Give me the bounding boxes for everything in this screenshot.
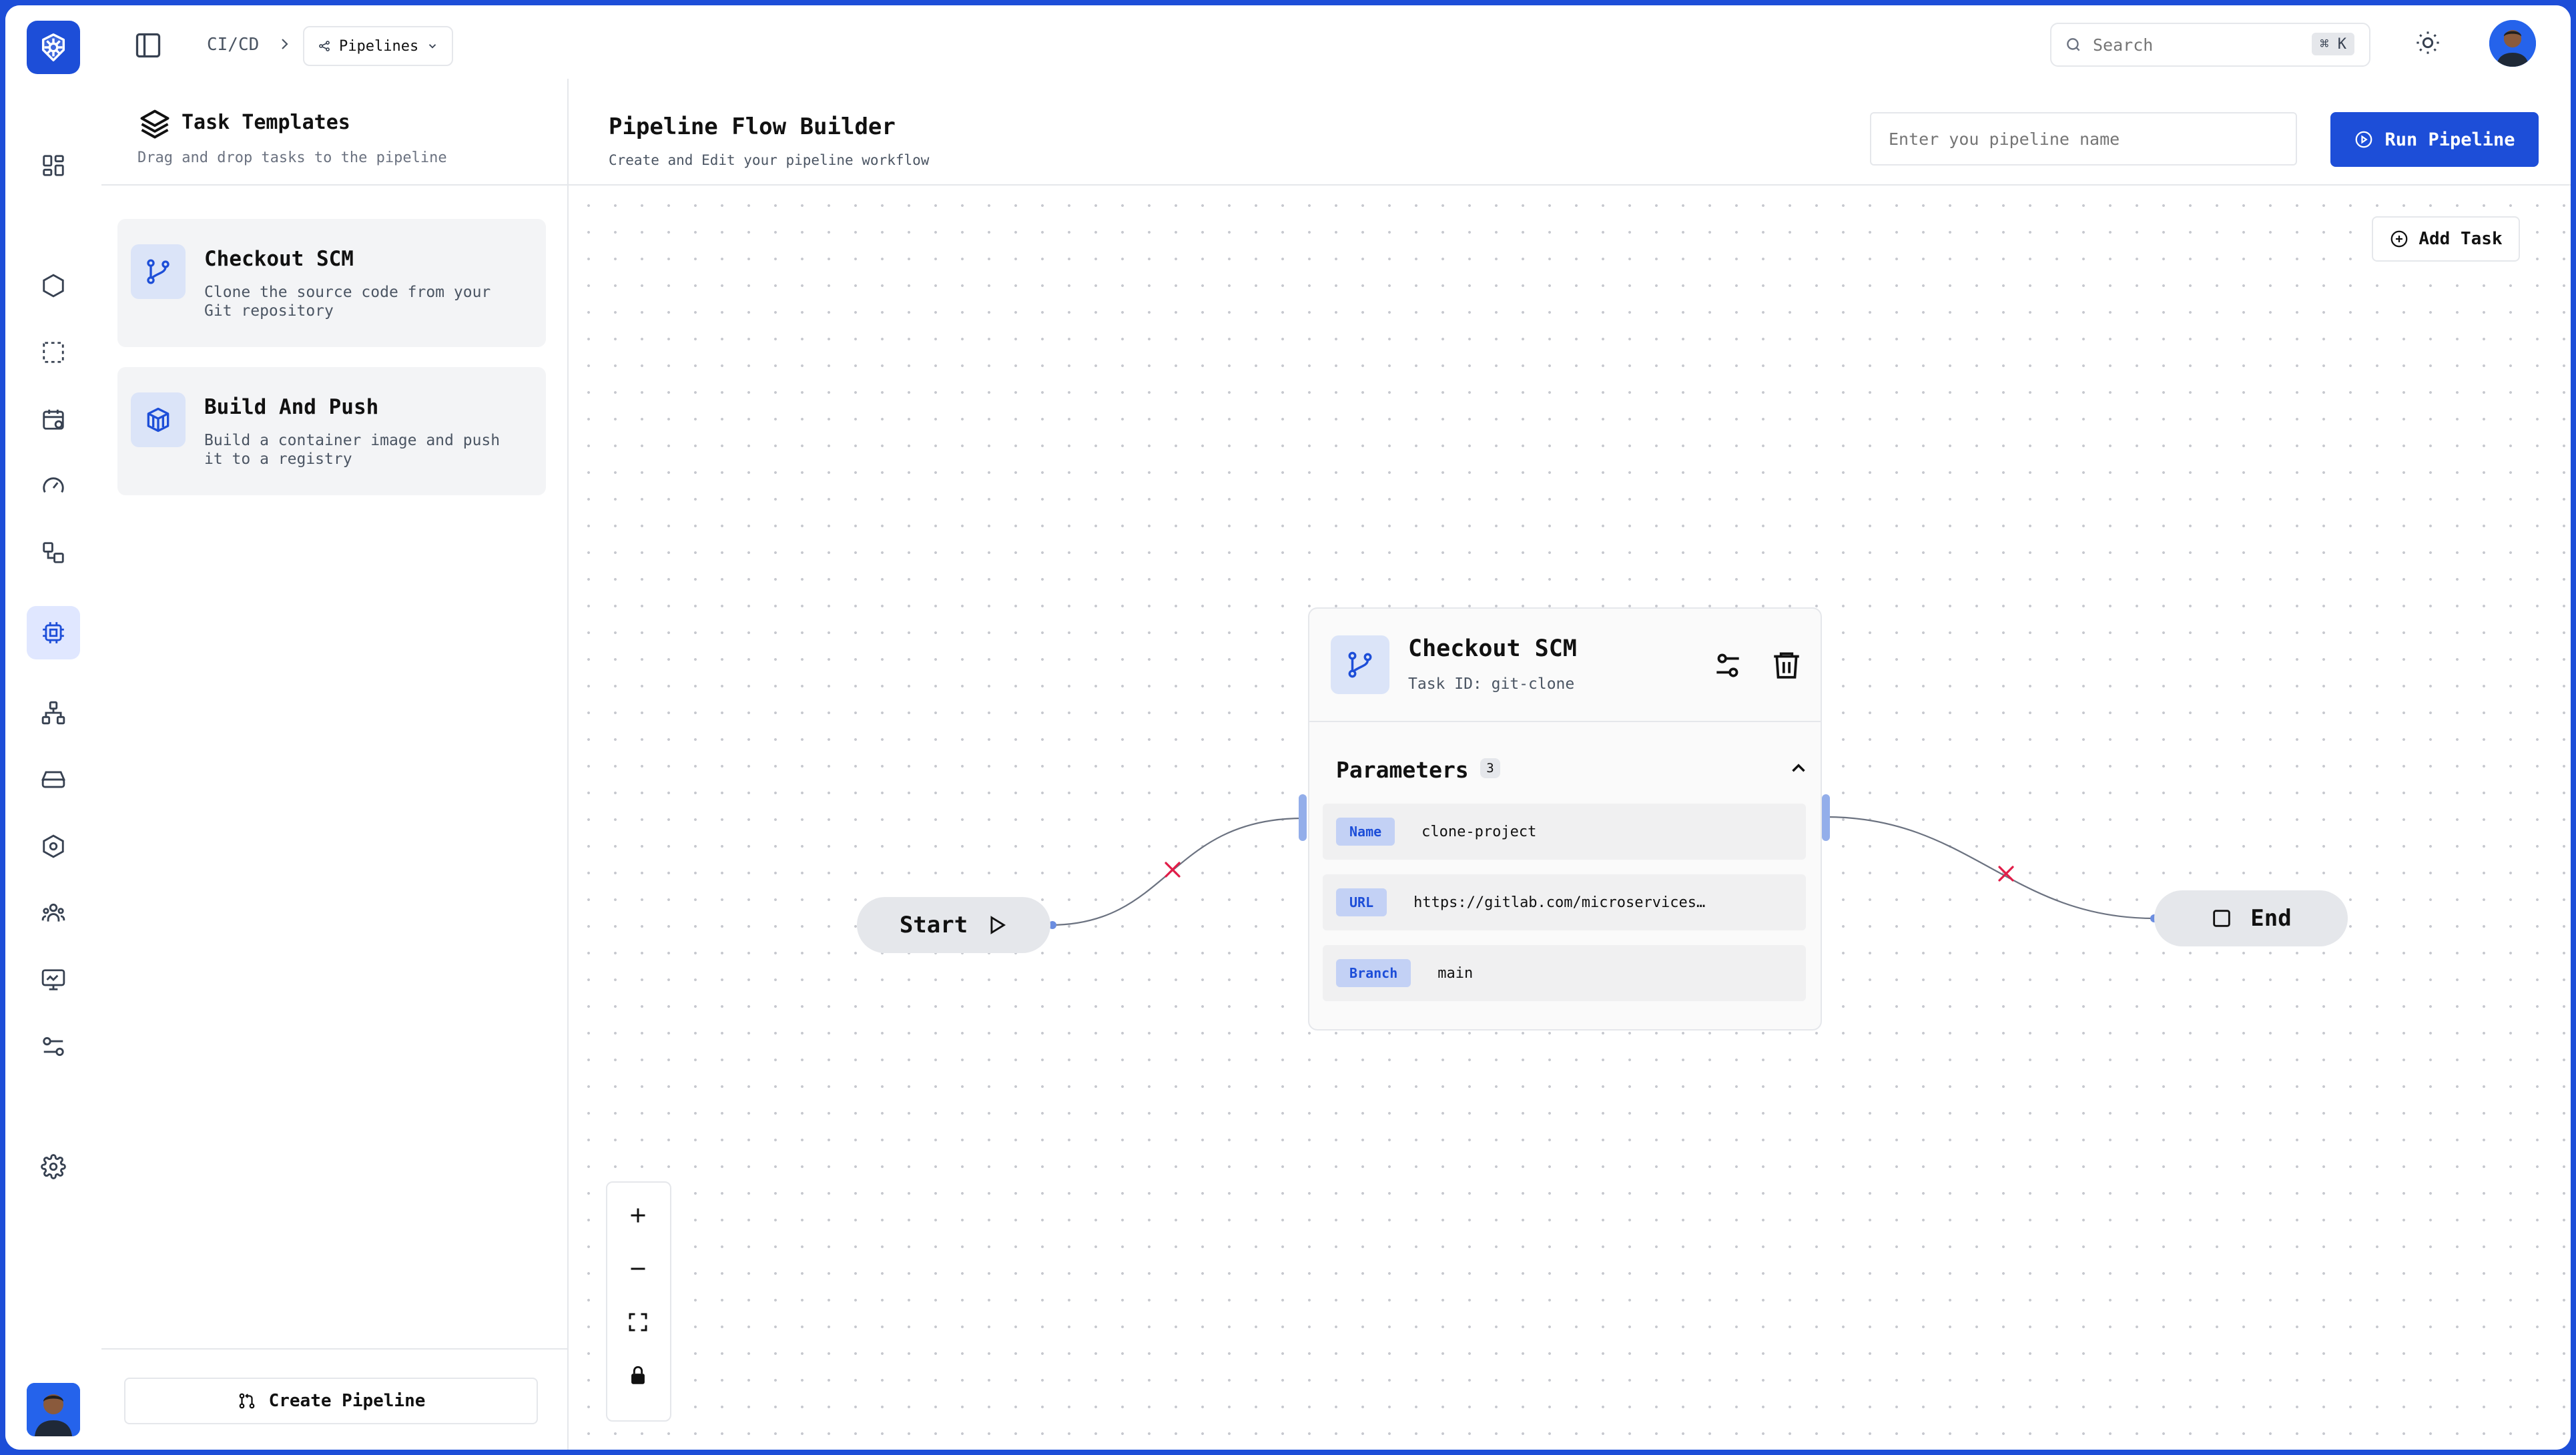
dashboard-icon[interactable] (27, 139, 80, 192)
add-task-button[interactable]: Add Task (2372, 216, 2520, 262)
layers-icon (137, 107, 172, 141)
stop-square-icon (2213, 910, 2231, 927)
flow-canvas[interactable]: Add Task Start Checkout SCM Task ID: git… (569, 186, 2571, 1450)
parameter-value: main (1437, 964, 1474, 982)
parameter-key: URL (1336, 888, 1387, 916)
zoom-out-minus-icon[interactable] (623, 1253, 653, 1284)
parameters-heading: Parameters (1336, 757, 1469, 783)
create-pipeline-label: Create Pipeline (268, 1391, 426, 1411)
parameters-count-badge: 3 (1480, 758, 1500, 778)
task-input-handle[interactable] (1299, 794, 1307, 841)
end-label: End (2250, 905, 2292, 932)
container-box-icon (131, 392, 186, 447)
users-icon[interactable] (27, 886, 80, 940)
create-pipeline-button[interactable]: Create Pipeline (124, 1378, 538, 1424)
search-input[interactable] (2091, 34, 2294, 55)
sliders-icon[interactable] (27, 1020, 80, 1073)
pipeline-name-input[interactable] (1870, 112, 2297, 166)
lock-icon[interactable] (623, 1360, 653, 1391)
configure-sliders-icon[interactable] (1711, 649, 1744, 682)
run-pipeline-label: Run Pipeline (2384, 129, 2515, 150)
task-node-id: Task ID: git-clone (1408, 675, 1575, 693)
user-avatar[interactable] (27, 1383, 80, 1436)
top-bar: CI/CD Pipelines ⌘ K (101, 5, 2571, 80)
icon-rail (5, 5, 103, 1450)
fit-view-icon[interactable] (623, 1307, 653, 1338)
zoom-in-plus-icon[interactable] (623, 1200, 653, 1231)
parameter-value: https://gitlab.com/microservices… (1413, 894, 1706, 911)
task-node-header: Checkout SCM Task ID: git-clone (1309, 609, 1821, 722)
sun-theme-toggle-icon[interactable] (2414, 29, 2441, 56)
template-card-build-and-push[interactable]: Build And Push Build a container image a… (117, 367, 546, 495)
template-name: Checkout SCM (204, 247, 354, 271)
search-shortcut-badge: ⌘ K (2312, 33, 2354, 55)
breadcrumb-section[interactable]: CI/CD (207, 35, 259, 55)
breadcrumb-page-label: Pipelines (339, 37, 419, 55)
parameter-key: Name (1336, 818, 1395, 846)
delete-edge-icon (1998, 866, 2014, 882)
network-icon[interactable] (27, 686, 80, 740)
play-circle-icon (2356, 131, 2372, 148)
page-subtitle: Create and Edit your pipeline workflow (609, 152, 930, 168)
template-description: Build a container image and push it to a… (204, 432, 501, 468)
search-box[interactable]: ⌘ K (2050, 23, 2370, 67)
settings-gear-icon[interactable] (27, 1140, 80, 1193)
task-templates-panel: Task Templates Drag and drop tasks to th… (101, 79, 569, 1450)
workflow-icon[interactable] (27, 526, 80, 579)
start-node[interactable]: Start (857, 897, 1050, 953)
kubernetes-logo-icon[interactable] (27, 21, 80, 74)
template-name: Build And Push (204, 395, 379, 419)
share-nodes-icon (319, 41, 330, 51)
app-window: CI/CD Pipelines ⌘ K Task Temp (5, 5, 2571, 1450)
sidebar-toggle-icon[interactable] (133, 31, 163, 60)
template-description: Clone the source code from your Git repo… (204, 284, 491, 320)
plus-circle-icon (2391, 230, 2408, 248)
parameter-row[interactable]: Branch main (1323, 945, 1806, 1001)
parameter-row[interactable]: Name clone-project (1323, 804, 1806, 860)
task-output-handle[interactable] (1822, 794, 1830, 841)
search-icon (2065, 36, 2082, 53)
chevron-up-icon[interactable] (1787, 757, 1810, 780)
parameter-row[interactable]: URL https://gitlab.com/microservices… (1323, 874, 1806, 930)
parameter-value: clone-project (1421, 823, 1537, 840)
templates-subtitle: Drag and drop tasks to the pipeline (137, 150, 447, 166)
run-pipeline-button[interactable]: Run Pipeline (2330, 112, 2539, 167)
start-label: Start (899, 912, 968, 938)
templates-title: Task Templates (182, 111, 350, 134)
git-branch-icon (131, 244, 186, 299)
gauge-icon[interactable] (27, 459, 80, 513)
hexagon-settings-icon[interactable] (27, 820, 80, 873)
divider (101, 1348, 567, 1350)
templates-header: Task Templates Drag and drop tasks to th… (101, 79, 567, 186)
delete-edge-icon (1165, 862, 1181, 878)
trash-icon[interactable] (1770, 647, 1803, 682)
task-node-title: Checkout SCM (1408, 635, 1577, 662)
page-title: Pipeline Flow Builder (609, 113, 896, 140)
task-node-checkout-scm[interactable]: Checkout SCM Task ID: git-clone Paramete… (1308, 607, 1822, 1031)
builder-header: Pipeline Flow Builder Create and Edit yo… (569, 79, 2571, 186)
edge-task-to-end (1825, 816, 2155, 920)
hexagon-icon[interactable] (27, 259, 80, 312)
play-icon (990, 916, 1006, 934)
git-pull-request-icon (239, 1393, 254, 1409)
add-task-label: Add Task (2419, 229, 2503, 249)
selection-icon[interactable] (27, 326, 80, 379)
chevron-down-icon (429, 44, 436, 49)
calendar-icon[interactable] (27, 392, 80, 446)
profile-avatar[interactable] (2489, 20, 2536, 67)
git-branch-icon (1331, 635, 1389, 694)
monitor-icon[interactable] (27, 953, 80, 1006)
chevron-right-icon (276, 35, 292, 53)
template-card-checkout-scm[interactable]: Checkout SCM Clone the source code from … (117, 219, 546, 347)
storage-icon[interactable] (27, 753, 80, 806)
zoom-controls (606, 1181, 671, 1422)
edge-start-to-task (1050, 817, 1303, 926)
parameter-key: Branch (1336, 959, 1411, 987)
breadcrumb-page-dropdown[interactable]: Pipelines (303, 26, 454, 66)
pipeline-chip-icon[interactable] (27, 606, 80, 659)
end-node[interactable]: End (2154, 890, 2348, 946)
